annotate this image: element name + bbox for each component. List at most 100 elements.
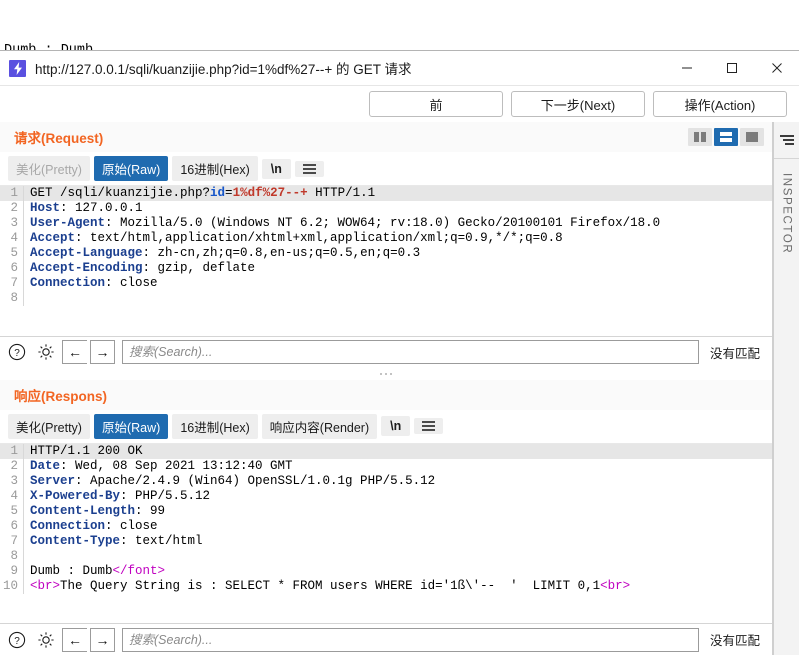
code-line: 8 <box>0 291 772 306</box>
next-button[interactable]: 下一步(Next) <box>511 91 645 117</box>
request-section-header: 请求(Request) <box>0 122 772 152</box>
code-line-text: Date: Wed, 08 Sep 2021 13:12:40 GMT <box>30 458 293 473</box>
gear-icon[interactable] <box>33 339 59 365</box>
maximize-button[interactable] <box>709 51 754 86</box>
search-prev-button[interactable]: ← <box>62 340 87 364</box>
tab-request-hex[interactable]: 16进制(Hex) <box>172 156 258 181</box>
code-line-text: X-Powered-By: PHP/5.5.12 <box>30 488 211 503</box>
layout-switcher <box>688 128 772 146</box>
window-title: http://127.0.0.1/sqli/kuanzijie.php?id=1… <box>35 62 412 77</box>
line-number: 4 <box>0 231 24 246</box>
line-number: 9 <box>0 563 24 579</box>
response-body[interactable]: 1 HTTP/1.1 200 OK 2 Date: Wed, 08 Sep 2021 … <box>0 442 772 623</box>
close-button[interactable] <box>754 51 799 86</box>
request-code: 1 GET /sqli/kuanzijie.php?id=1%df%27--+ H… <box>0 186 772 306</box>
tab-response-menu[interactable] <box>414 418 444 434</box>
single-pane-layout-button[interactable] <box>740 128 764 146</box>
tab-response-raw[interactable]: 原始(Raw) <box>93 413 169 439</box>
action-toolbar: 前 下一步(Next) 操作(Action) <box>0 86 799 122</box>
tab-response-hex[interactable]: 16进制(Hex) <box>172 413 258 439</box>
code-line-text: Connection: close <box>30 518 158 533</box>
code-line-text: Server: Apache/2.4.9 (Win64) OpenSSL/1.0… <box>30 473 436 488</box>
line-number: 2 <box>0 201 24 216</box>
tab-request-newline[interactable]: \n <box>261 158 291 179</box>
code-line-text: Host: 127.0.0.1 <box>30 201 143 215</box>
code-line: 2 Host: 127.0.0.1 <box>0 201 772 216</box>
code-line-text: Content-Length: 99 <box>30 503 166 518</box>
response-code: 1 HTTP/1.1 200 OK 2 Date: Wed, 08 Sep 2021 … <box>0 443 772 594</box>
lightning-bolt-icon <box>9 59 26 77</box>
code-line: 1 GET /sqli/kuanzijie.php?id=1%df%27--+ H… <box>0 186 772 201</box>
code-line-text: User-Agent: Mozilla/5.0 (Windows NT 6.2;… <box>30 216 661 230</box>
response-no-match-label: 没有匹配 <box>709 634 760 648</box>
line-number: 1 <box>0 186 24 201</box>
code-line-text: Accept-Encoding: gzip, deflate <box>30 261 256 275</box>
response-searchbar: ? ← → 没有匹配 <box>0 623 772 655</box>
tab-request-pretty[interactable]: 美化(Pretty) <box>8 156 90 181</box>
code-line: 1 HTTP/1.1 200 OK <box>0 443 772 459</box>
search-prev-button[interactable]: ← <box>62 627 87 652</box>
code-line: 3 Server: Apache/2.4.9 (Win64) OpenSSL/1.… <box>0 473 772 489</box>
inspector-rail[interactable]: INSPECTOR <box>773 122 799 655</box>
svg-text:?: ? <box>14 348 20 359</box>
minimize-button[interactable] <box>664 51 709 86</box>
line-number: 2 <box>0 458 24 474</box>
request-no-match-label: 没有匹配 <box>709 346 760 361</box>
line-number: 3 <box>0 473 24 489</box>
code-line: 7 Content-Type: text/html <box>0 533 772 549</box>
action-button[interactable]: 操作(Action) <box>653 91 787 117</box>
line-number: 8 <box>0 291 24 306</box>
question-mark-icon[interactable]: ? <box>4 339 30 365</box>
window-titlebar: http://127.0.0.1/sqli/kuanzijie.php?id=1… <box>0 51 799 86</box>
line-number: 8 <box>0 548 24 564</box>
forward-button[interactable]: 前 <box>369 91 503 117</box>
response-search-input[interactable] <box>122 627 699 652</box>
horizontal-split-layout-button[interactable] <box>714 128 738 146</box>
search-next-button[interactable]: → <box>90 340 115 364</box>
line-number: 7 <box>0 533 24 549</box>
question-mark-icon[interactable]: ? <box>4 627 30 653</box>
gear-icon[interactable] <box>33 627 59 653</box>
code-line: 8 <box>0 548 772 564</box>
hamburger-icon <box>302 163 316 174</box>
code-line-text: Accept-Language: zh-cn,zh;q=0.8,en-us;q=… <box>30 246 421 260</box>
search-next-button[interactable]: → <box>90 627 115 652</box>
line-number: 3 <box>0 216 24 231</box>
pane-splitter[interactable] <box>0 367 772 380</box>
code-line: 6 Connection: close <box>0 518 772 534</box>
code-line-text: Content-Type: text/html <box>30 533 203 548</box>
tab-response-render[interactable]: 响应内容(Render) <box>261 413 378 439</box>
vertical-split-layout-button[interactable] <box>688 128 712 146</box>
code-line: 5 Content-Length: 99 <box>0 503 772 519</box>
request-response-panes: 请求(Request) 美化(Pretty) 原始(Raw) 16进制(Hex)… <box>0 122 773 655</box>
tab-response-pretty[interactable]: 美化(Pretty) <box>8 413 90 439</box>
response-title: 响应(Respons) <box>14 388 108 404</box>
repeater-window: http://127.0.0.1/sqli/kuanzijie.php?id=1… <box>0 50 799 655</box>
line-number: 5 <box>0 503 24 519</box>
browser-page-text: Dumb : Dumb The Query String is : SELECT… <box>0 0 799 115</box>
code-line: 2 Date: Wed, 08 Sep 2021 13:12:40 GMT <box>0 458 772 474</box>
code-line: 6 Accept-Encoding: gzip, deflate <box>0 261 772 276</box>
tab-request-raw[interactable]: 原始(Raw) <box>93 156 169 181</box>
code-line-text: GET /sqli/kuanzijie.php?id=1%df%27--+ HT… <box>30 186 376 200</box>
code-line-text: Dumb : Dumb</font> <box>30 563 166 578</box>
tab-response-newline[interactable]: \n <box>381 416 411 436</box>
main-content: 请求(Request) 美化(Pretty) 原始(Raw) 16进制(Hex)… <box>0 122 799 655</box>
code-line-text: HTTP/1.1 200 OK <box>30 443 143 458</box>
burp-suite-repeater-window: Dumb : Dumb The Query String is : SELECT… <box>0 0 799 655</box>
line-number: 1 <box>0 443 24 459</box>
code-line: 4 X-Powered-By: PHP/5.5.12 <box>0 488 772 504</box>
hamburger-icon <box>779 135 794 145</box>
response-tabstrip: 美化(Pretty) 原始(Raw) 16进制(Hex) 响应内容(Render… <box>0 409 772 443</box>
inspector-menu-button[interactable] <box>774 122 799 159</box>
request-search-input[interactable] <box>122 340 699 364</box>
code-line-text: <br>The Query String is : SELECT * FROM … <box>30 578 631 593</box>
code-line: 10 <br>The Query String is : SELECT * FRO… <box>0 578 772 594</box>
request-body[interactable]: 1 GET /sqli/kuanzijie.php?id=1%df%27--+ H… <box>0 185 772 336</box>
tab-request-menu[interactable] <box>294 160 324 177</box>
code-line-text: Connection: close <box>30 276 158 290</box>
request-title: 请求(Request) <box>14 131 104 146</box>
window-controls <box>664 51 799 86</box>
